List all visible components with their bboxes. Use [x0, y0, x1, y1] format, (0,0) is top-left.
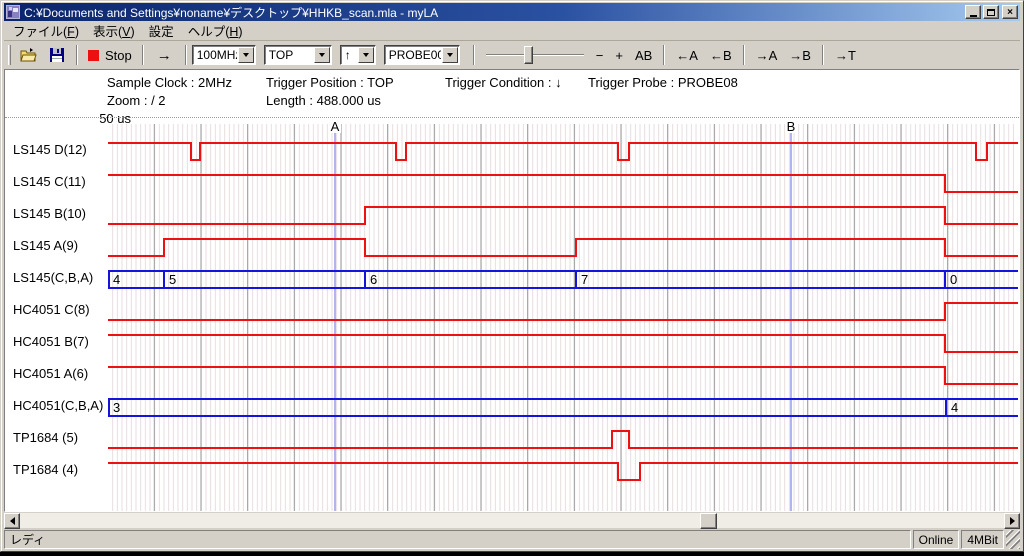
- zoom-out-button[interactable]: −: [590, 44, 610, 66]
- waveform-trace: [108, 143, 1018, 160]
- toolbar-separator: [76, 45, 78, 65]
- scroll-right-icon: [1010, 517, 1015, 525]
- status-bar: レディ Online 4MBit: [4, 528, 1020, 549]
- toolbar-separator: [663, 45, 665, 65]
- menu-help[interactable]: ヘルプ(H): [181, 19, 250, 42]
- toolbar-separator: [185, 45, 187, 65]
- run-button[interactable]: →: [149, 44, 180, 66]
- menu-bar: ファイル(F) 表示(V) 設定 ヘルプ(H): [4, 21, 1020, 41]
- slider-track: [486, 54, 584, 56]
- bus-value-label: 7: [581, 272, 588, 287]
- run-arrow-icon: →: [157, 47, 172, 64]
- trigger-position-text: Trigger Position : TOP: [266, 75, 394, 90]
- save-button[interactable]: [43, 44, 71, 66]
- zoom-in-button[interactable]: +: [609, 44, 629, 66]
- window-title: C:¥Documents and Settings¥noname¥デスクトップ¥…: [24, 4, 963, 21]
- scroll-left-icon: [10, 517, 15, 525]
- close-icon: ×: [1007, 7, 1013, 18]
- toolbar-separator: [822, 45, 824, 65]
- goto-marker-b-left-button[interactable]: ←B: [704, 44, 738, 66]
- chevron-down-icon[interactable]: [238, 47, 254, 63]
- bus-value-label: 3: [113, 400, 120, 415]
- chevron-down-icon[interactable]: [358, 47, 374, 63]
- open-file-button[interactable]: [15, 44, 43, 66]
- toolbar-separator: [743, 45, 745, 65]
- close-button[interactable]: ×: [1002, 5, 1018, 19]
- channel-label[interactable]: HC4051(C,B,A): [13, 398, 109, 414]
- stop-button[interactable]: Stop: [83, 44, 137, 66]
- bus-value-label: 4: [113, 272, 120, 287]
- maximize-icon: [987, 9, 995, 16]
- minimize-icon: [970, 15, 977, 17]
- zoom-slider[interactable]: [486, 45, 584, 65]
- app-window: C:¥Documents and Settings¥noname¥デスクトップ¥…: [0, 0, 1024, 552]
- waveform-svg[interactable]: A B 4 5 6 7 0 3 4: [108, 116, 1018, 512]
- channel-label[interactable]: TP1684 (4): [13, 462, 109, 478]
- maximize-button[interactable]: [983, 5, 999, 19]
- sample-clock-text: Sample Clock : 2MHz: [107, 75, 232, 90]
- trigger-position-select[interactable]: TOP: [264, 45, 332, 65]
- goto-marker-a-left-button[interactable]: ←A: [670, 44, 704, 66]
- waveform-trace: [108, 431, 1018, 448]
- trigger-edge-select[interactable]: ↑: [340, 45, 376, 65]
- waveform-trace: [108, 463, 1018, 480]
- app-icon: [6, 5, 20, 19]
- trigger-probe-text: Trigger Probe : PROBE08: [588, 75, 738, 90]
- length-text: Length : 488.000 us: [266, 93, 381, 108]
- toolbar-separator: [473, 45, 475, 65]
- channel-label[interactable]: HC4051 B(7): [13, 334, 109, 350]
- bus-value-label: 4: [951, 400, 958, 415]
- slider-thumb[interactable]: [524, 46, 533, 64]
- toolbar-grip[interactable]: [8, 45, 11, 65]
- marker-a-label: A: [331, 119, 340, 134]
- trigger-probe-select[interactable]: PROBE00: [384, 45, 460, 65]
- minimize-button[interactable]: [965, 5, 981, 19]
- status-message: レディ: [4, 530, 911, 549]
- chevron-down-icon[interactable]: [314, 47, 330, 63]
- waveform-trace: [108, 175, 1018, 192]
- goto-marker-a-right-button[interactable]: →A: [750, 44, 784, 66]
- trigger-condition-text: Trigger Condition : ↓: [445, 75, 562, 90]
- zoom-text: Zoom : / 2: [107, 93, 166, 108]
- goto-trigger-button[interactable]: →T: [829, 44, 862, 66]
- bus-value-label: 6: [370, 272, 377, 287]
- waveform-trace: [108, 239, 1018, 256]
- save-floppy-icon: [48, 47, 66, 63]
- menu-file[interactable]: ファイル(F): [6, 19, 86, 42]
- bus-value-label: 5: [169, 272, 176, 287]
- menu-view[interactable]: 表示(V): [86, 19, 142, 42]
- open-folder-icon: [20, 47, 38, 63]
- marker-b-label: B: [787, 119, 796, 134]
- channel-label[interactable]: LS145(C,B,A): [13, 270, 109, 286]
- waveform-trace: [108, 207, 1018, 224]
- waveform-trace: [108, 335, 1018, 352]
- horizontal-scrollbar[interactable]: [4, 512, 1020, 528]
- resize-grip[interactable]: [1006, 530, 1020, 549]
- channel-label[interactable]: LS145 D(12): [13, 142, 109, 158]
- waveform-trace: [108, 367, 1018, 384]
- scrollbar-thumb[interactable]: [700, 513, 717, 529]
- scroll-left-button[interactable]: [4, 513, 20, 529]
- bus-value-label: 0: [950, 272, 957, 287]
- channel-label[interactable]: LS145 B(10): [13, 206, 109, 222]
- waveform-view: Sample Clock : 2MHz Trigger Position : T…: [4, 69, 1020, 512]
- channel-label[interactable]: HC4051 A(6): [13, 366, 109, 382]
- status-memory-badge: 4MBit: [961, 530, 1004, 549]
- clock-select[interactable]: 100MHz: [192, 45, 256, 65]
- toolbar: Stop → 100MHz TOP ↑ PROBE00 − + AB ←A: [4, 41, 1020, 69]
- ab-range-button[interactable]: AB: [629, 44, 658, 66]
- status-online-badge: Online: [913, 530, 960, 549]
- toolbar-separator: [142, 45, 144, 65]
- goto-marker-b-right-button[interactable]: →B: [783, 44, 817, 66]
- menu-settings[interactable]: 設定: [142, 19, 181, 42]
- channel-label[interactable]: LS145 A(9): [13, 238, 109, 254]
- waveform-trace: [108, 303, 1018, 320]
- chevron-down-icon[interactable]: [442, 47, 458, 63]
- scroll-right-button[interactable]: [1004, 513, 1020, 529]
- channel-label[interactable]: HC4051 C(8): [13, 302, 109, 318]
- stop-icon: [88, 50, 99, 61]
- channel-label[interactable]: LS145 C(11): [13, 174, 109, 190]
- channel-label[interactable]: TP1684 (5): [13, 430, 109, 446]
